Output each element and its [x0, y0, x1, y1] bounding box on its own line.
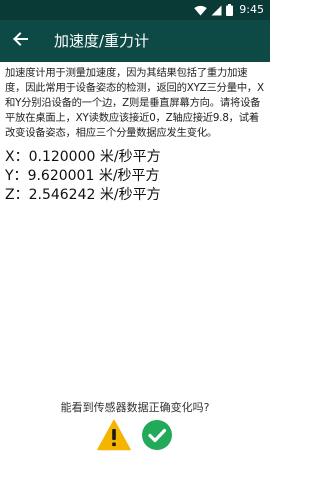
warning-icon — [97, 419, 131, 451]
sensor-description: 加速度计用于测量加速度，因为其结果包括了重力加速度，因此常用于设备姿态的检测，返… — [5, 67, 264, 139]
back-button[interactable] — [6, 27, 34, 55]
pass-button[interactable] — [142, 420, 172, 450]
status-time: 9:45 — [239, 3, 264, 16]
page-title: 加速度/重力计 — [54, 32, 150, 50]
reading-value: 2.546242 — [28, 187, 96, 203]
reading-y: Y：9.620001 米/秒平方 — [5, 167, 267, 186]
reading-unit: 米/秒平方 — [98, 168, 160, 184]
reading-z: Z：2.546242 米/秒平方 — [5, 186, 267, 205]
verification-actions — [0, 419, 270, 451]
wifi-icon — [194, 5, 207, 16]
verification-question: 能看到传感器数据正确变化吗? — [60, 401, 210, 414]
fail-button[interactable] — [97, 419, 131, 451]
main-content: 加速度计用于测量加速度，因为其结果包括了重力加速度，因此常用于设备姿态的检测，返… — [5, 66, 267, 205]
app-bar: 加速度/重力计 — [0, 20, 270, 62]
arrow-left-icon — [12, 31, 28, 51]
reading-axis: Y： — [5, 168, 28, 184]
cellular-signal-icon — [211, 5, 222, 16]
reading-x: X：0.120000 米/秒平方 — [5, 148, 267, 167]
status-icons: 9:45 — [194, 3, 264, 17]
reading-axis: X： — [5, 149, 29, 165]
reading-value: 9.620001 — [27, 168, 95, 184]
reading-axis: Z： — [5, 187, 29, 203]
battery-icon — [226, 4, 234, 16]
reading-unit: 米/秒平方 — [99, 149, 161, 165]
reading-unit: 米/秒平方 — [99, 187, 161, 203]
sensor-readings: X：0.120000 米/秒平方 Y：9.620001 米/秒平方 Z：2.54… — [5, 148, 267, 205]
status-bar: 9:45 — [0, 0, 270, 20]
reading-value: 0.120000 — [28, 149, 96, 165]
check-circle-icon — [142, 420, 172, 450]
